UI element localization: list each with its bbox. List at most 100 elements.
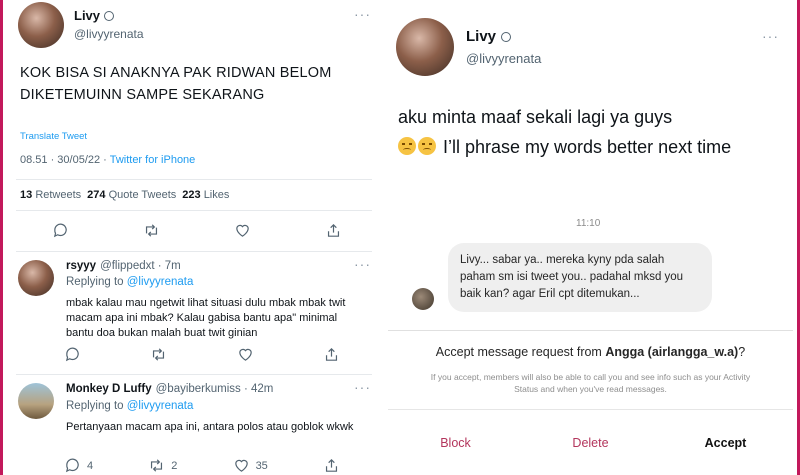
retweets-stat[interactable]: 13 Retweets: [20, 189, 81, 201]
apology-and-dm-panel: Livy @livyyrenata ··· aku minta maaf sek…: [388, 0, 793, 475]
reply-text: Pertanyaan macam apa ini, antara polos a…: [66, 421, 354, 433]
like-icon: [234, 459, 248, 472]
retweet-button[interactable]: 2: [148, 457, 177, 474]
share-icon: [327, 223, 340, 237]
reply-item: Monkey D Luffy @bayiberkumiss · 42m ··· …: [8, 375, 380, 475]
divider: [16, 179, 372, 180]
likes-stat[interactable]: 223 Likes: [182, 189, 229, 201]
dm-message-bubble: Livy... sabar ya.. mereka kyny pda salah…: [448, 243, 712, 312]
more-icon[interactable]: ···: [354, 379, 371, 395]
reply-item: rsyyy @flippedxt · 7m ··· Replying to @l…: [8, 252, 380, 374]
replying-prefix: Replying to: [66, 276, 127, 288]
share-button[interactable]: [325, 222, 342, 239]
reply-button[interactable]: [64, 346, 81, 363]
tweet-stats: 13 Retweets 274 Quote Tweets 223 Likes: [20, 189, 229, 201]
reply-author-name[interactable]: Monkey D Luffy: [66, 383, 152, 395]
avatar[interactable]: [412, 288, 434, 310]
block-button[interactable]: Block: [388, 410, 523, 475]
avatar[interactable]: [396, 18, 454, 76]
reply-icon: [65, 347, 79, 362]
translate-tweet-link[interactable]: Translate Tweet: [20, 131, 87, 142]
request-prefix: Accept message request from: [435, 345, 606, 359]
avatar[interactable]: [18, 260, 54, 296]
replying-to: Replying to @livyyrenata: [66, 276, 193, 288]
tweet-source-link[interactable]: Twitter for iPhone: [110, 154, 196, 166]
quotes-count: 274: [87, 189, 106, 201]
reply-button[interactable]: 4: [64, 457, 93, 474]
reply-handle-time: @flippedxt · 7m: [100, 260, 181, 272]
tweet-thread-panel: Livy @livyyrenata ··· KOK BISA SI ANAKNY…: [8, 0, 380, 475]
tweet-text: KOK BISA SI ANAKNYA PAK RIDWAN BELOM DIK…: [20, 65, 332, 103]
sad-emoji-icon: [398, 137, 416, 155]
retweets-label: Retweets: [35, 189, 82, 201]
retweet-button[interactable]: [150, 346, 167, 363]
message-request-panel: Accept message request from Angga (airla…: [388, 330, 793, 475]
author-name[interactable]: Livy: [466, 28, 496, 45]
request-title: Accept message request from Angga (airla…: [388, 345, 793, 359]
delete-button[interactable]: Delete: [523, 410, 658, 475]
tweet-datetime: 08.51 · 30/05/22 ·: [20, 154, 110, 166]
retweet-icon: [145, 224, 158, 237]
author-handle[interactable]: @livyyrenata: [74, 27, 144, 41]
reply-handle-time: @bayiberkumiss · 42m: [155, 383, 274, 395]
like-button[interactable]: [237, 346, 254, 363]
reply-text: mbak kalau mau ngetwit lihat situasi dul…: [66, 297, 346, 339]
replying-to: Replying to @livyyrenata: [66, 400, 193, 412]
share-icon: [325, 458, 338, 472]
like-button[interactable]: 35: [233, 457, 268, 474]
request-sender: Angga (airlangga_w.a): [605, 345, 739, 359]
verified-icon: [104, 10, 115, 21]
tweet-text: aku minta maaf sekali lagi ya guys I’ll …: [398, 102, 788, 162]
divider: [16, 210, 372, 211]
reply-author-row[interactable]: Monkey D Luffy @bayiberkumiss · 42m: [66, 383, 273, 395]
like-icon: [238, 348, 252, 361]
reply-count: 4: [87, 459, 94, 472]
share-icon: [325, 347, 338, 361]
retweet-button[interactable]: [143, 222, 160, 239]
retweet-icon: [153, 348, 165, 361]
retweets-count: 13: [20, 189, 33, 201]
like-icon: [236, 224, 249, 237]
like-count: 35: [255, 459, 268, 472]
request-actions: Block Delete Accept: [388, 409, 793, 475]
reply-actions: [64, 346, 340, 363]
tweet-actions: [52, 222, 342, 239]
author-name[interactable]: Livy: [74, 8, 100, 23]
replying-to-handle[interactable]: @livyyrenata: [127, 400, 194, 412]
author-handle[interactable]: @livyyrenata: [466, 51, 541, 66]
avatar[interactable]: [18, 383, 54, 419]
reply-author-row[interactable]: rsyyy @flippedxt · 7m: [66, 260, 181, 272]
likes-label: Likes: [203, 189, 230, 201]
dm-timestamp: 11:10: [576, 218, 601, 229]
author-name-row[interactable]: Livy: [466, 28, 512, 45]
tweet-text-line-2: I’ll phrase my words better next time: [398, 132, 788, 162]
more-icon[interactable]: ···: [354, 256, 371, 272]
reply-icon: [65, 458, 79, 473]
like-button[interactable]: [234, 222, 251, 239]
quotes-stat[interactable]: 274 Quote Tweets: [87, 189, 176, 201]
sad-emoji-icon: [418, 137, 436, 155]
reply-button[interactable]: [52, 222, 69, 239]
replying-to-handle[interactable]: @livyyrenata: [127, 276, 194, 288]
more-icon[interactable]: ···: [354, 6, 371, 22]
reply-actions: 4 2 35: [64, 457, 340, 474]
retweet-icon: [151, 459, 163, 472]
tweet-meta: 08.51 · 30/05/22 · Twitter for iPhone: [20, 154, 195, 166]
quotes-label: Quote Tweets: [108, 189, 177, 201]
share-button[interactable]: [323, 346, 340, 363]
author-name-row[interactable]: Livy: [74, 8, 115, 23]
request-suffix: ?: [738, 345, 746, 359]
replying-prefix: Replying to: [66, 400, 127, 412]
avatar[interactable]: [18, 2, 64, 48]
reply-author-name[interactable]: rsyyy: [66, 260, 96, 272]
retweet-count: 2: [171, 459, 178, 472]
verified-icon: [501, 31, 512, 42]
tweet-text-line-1: aku minta maaf sekali lagi ya guys: [398, 107, 673, 127]
request-description: If you accept, members will also be able…: [430, 372, 751, 394]
reply-icon: [53, 223, 67, 238]
accept-button[interactable]: Accept: [658, 410, 793, 475]
tweet-text-line-2-text: I’ll phrase my words better next time: [438, 137, 732, 157]
share-button[interactable]: [323, 457, 340, 474]
likes-count: 223: [182, 189, 201, 201]
more-icon[interactable]: ···: [762, 28, 779, 44]
